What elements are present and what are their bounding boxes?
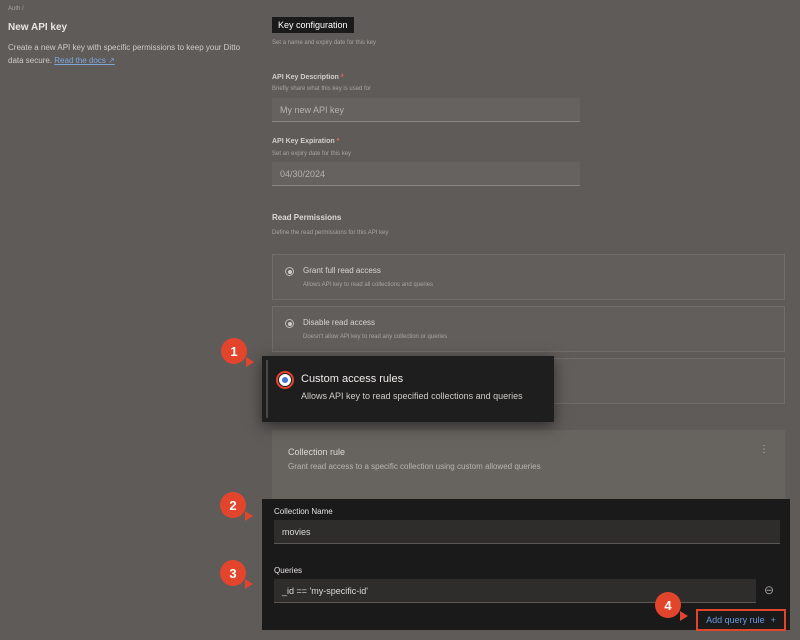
read-permissions-subtitle: Define the read permissions for this API… — [272, 230, 389, 236]
external-link-icon: ↗ — [108, 56, 115, 65]
collection-rule-title: Collection rule — [288, 447, 346, 457]
page-description-text: Create a new API key with specific permi… — [8, 43, 241, 65]
option-disable-read[interactable]: Disable read access Doesn't allow API ke… — [272, 306, 785, 352]
option-desc: Allows API key to read all collections a… — [303, 282, 434, 288]
expiration-label: API Key Expiration * — [272, 138, 339, 145]
collection-query-panel: Collection Name movies Queries _id == 'm… — [262, 499, 790, 631]
query-input[interactable]: _id == 'my-specific-id' — [274, 579, 756, 603]
option-desc: Allows API key to read specified collect… — [301, 391, 523, 401]
radio-ring — [279, 374, 291, 386]
key-configuration-header: Key configuration — [272, 17, 354, 33]
collection-rule-subtitle: Grant read access to a specific collecti… — [288, 462, 541, 471]
annotation-badge-2: 2 — [220, 492, 246, 518]
docs-link[interactable]: Read the docs ↗ — [54, 56, 115, 65]
add-query-rule-button[interactable]: Add query rule + — [696, 609, 786, 631]
radio-disable-read[interactable] — [285, 319, 294, 328]
option-desc: Doesn't allow API key to read any collec… — [303, 334, 448, 340]
badge-pointer-4 — [680, 611, 688, 621]
page-description: Create a new API key with specific permi… — [8, 41, 248, 67]
option-title: Grant full read access — [303, 266, 381, 275]
radio-grant-full-read[interactable] — [285, 267, 294, 276]
badge-pointer-2 — [245, 511, 253, 521]
annotation-badge-1: 1 — [221, 338, 247, 364]
description-help: Briefly share what this key is used for — [272, 86, 372, 92]
annotation-badge-3: 3 — [220, 560, 246, 586]
collection-name-label: Collection Name — [274, 507, 333, 516]
description-input[interactable]: My new API key — [272, 98, 580, 122]
docs-link-label: Read the docs — [54, 56, 106, 65]
page-title: New API key — [8, 22, 68, 33]
option-custom-access-rules[interactable]: Custom access rules Allows API key to re… — [262, 356, 554, 422]
remove-query-icon[interactable]: ⊖ — [764, 583, 774, 597]
collection-rule-card: Collection rule Grant read access to a s… — [272, 430, 785, 500]
breadcrumb[interactable]: Auth / — [8, 6, 24, 12]
description-label: API Key Description * — [272, 74, 344, 81]
annotation-badge-4: 4 — [655, 592, 681, 618]
expiration-help: Set an expiry date for this key — [272, 151, 352, 157]
key-configuration-subtitle: Set a name and expiry date for this key — [272, 40, 377, 46]
collection-name-input[interactable]: movies — [274, 520, 780, 544]
option-title: Custom access rules — [301, 373, 404, 385]
option-title: Disable read access — [303, 318, 376, 327]
description-label-text: API Key Description — [272, 74, 339, 81]
expiration-label-text: API Key Expiration — [272, 138, 335, 145]
read-permissions-title: Read Permissions — [272, 213, 342, 222]
add-query-rule-label: Add query rule — [706, 615, 765, 625]
kebab-menu-icon[interactable]: ⋮ — [759, 444, 769, 455]
queries-label: Queries — [274, 566, 303, 575]
required-marker: * — [340, 74, 344, 81]
required-marker: * — [336, 138, 340, 145]
badge-pointer-3 — [245, 579, 253, 589]
selection-bar — [266, 360, 268, 418]
plus-icon: + — [770, 615, 776, 625]
radio-custom-access-rules[interactable] — [276, 371, 294, 389]
expiration-date-input[interactable]: 04/30/2024 — [272, 162, 580, 186]
radio-selected-dot — [282, 377, 288, 383]
option-grant-full-read[interactable]: Grant full read access Allows API key to… — [272, 254, 785, 300]
badge-pointer-1 — [246, 357, 254, 367]
